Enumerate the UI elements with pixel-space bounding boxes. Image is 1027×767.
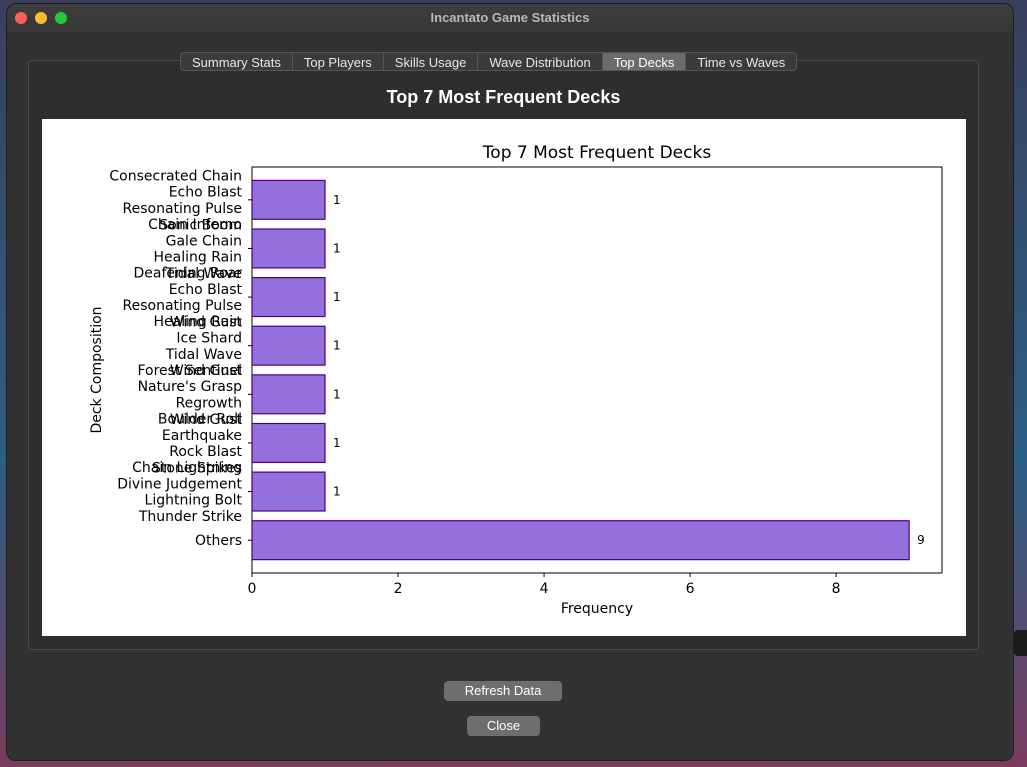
y-tick-label: Healing Rain [154, 250, 242, 266]
bar [251, 520, 910, 561]
y-tick-label: Thunder Strike [138, 509, 242, 525]
y-tick-label: Nature's Grasp [138, 379, 243, 395]
bar-value-label: 1 [333, 387, 341, 401]
tab-time-vs-waves[interactable]: Time vs Waves [685, 52, 798, 71]
bar [251, 228, 326, 269]
bar [251, 179, 326, 220]
chart-title: Top 7 Most Frequent Decks [482, 143, 712, 163]
deck-frequency-chart: Top 7 Most Frequent Decks 1 Consecrated Ch… [89, 143, 943, 617]
y-tick-label: Others [195, 533, 242, 549]
y-tick-label: Gale Chain [166, 233, 242, 249]
x-tick-label: 6 [686, 581, 695, 597]
y-axis-label: Deck Composition [89, 306, 105, 433]
y-tick-label: Healing Rain [154, 314, 242, 330]
y-tick-label: Ice Shard [176, 331, 242, 347]
window-title: Incantato Game Statistics [430, 10, 590, 25]
bar-value-label: 1 [333, 339, 341, 353]
tab-skills-usage[interactable]: Skills Usage [382, 52, 478, 71]
y-tick-label: Consecrated Chain [109, 168, 242, 184]
x-tick-label: 8 [832, 581, 841, 597]
x-tick-label: 4 [540, 581, 549, 597]
bar-value-label: 9 [917, 533, 925, 547]
y-tick-label: Earthquake [162, 428, 242, 444]
chart-canvas: Top 7 Most Frequent Decks 1 Consecrated Ch… [42, 119, 966, 636]
y-tick-label: Echo Blast [169, 185, 243, 201]
bar [251, 471, 326, 512]
y-tick-label: Resonating Pulse [123, 201, 242, 217]
refresh-data-button[interactable]: Refresh Data [444, 681, 562, 701]
title-bar: Incantato Game Statistics [7, 4, 1013, 32]
bar-value-label: 1 [333, 485, 341, 499]
x-tick-label: 2 [394, 581, 403, 597]
y-tick-label: Lightning Bolt [145, 493, 243, 509]
y-tick-label: Boulder Roll [158, 411, 242, 427]
page-title: Top 7 Most Frequent Decks [386, 87, 621, 107]
y-tick-label: Resonating Pulse [123, 298, 242, 314]
bar [251, 277, 326, 318]
background-window-edge [1014, 630, 1027, 656]
y-tick-label: Rock Blast [169, 444, 242, 460]
bar [251, 374, 326, 415]
tab-top-decks[interactable]: Top Decks [601, 52, 686, 71]
y-tick-label: Regrowth [176, 395, 242, 411]
tab-wave-distribution[interactable]: Wave Distribution [477, 52, 602, 71]
y-tick-label: Deafening Roar [134, 266, 243, 282]
y-tick-label: Chain Inferno [148, 217, 242, 233]
bar-value-label: 1 [333, 290, 341, 304]
bar-value-label: 1 [333, 193, 341, 207]
bar [251, 325, 326, 366]
y-tick-label: Chain Lightning [132, 460, 242, 476]
bar-value-label: 1 [333, 436, 341, 450]
plot-frame [251, 166, 943, 574]
x-tick-label: 0 [248, 581, 257, 597]
tab-summary-stats[interactable]: Summary Stats [180, 52, 292, 71]
bar [251, 422, 326, 463]
y-tick-label: Tidal Wave [165, 347, 242, 363]
tab-top-players[interactable]: Top Players [291, 52, 383, 71]
bar-value-label: 1 [333, 241, 341, 255]
x-axis-label: Frequency [561, 601, 633, 617]
tab-bar: Summary Stats Top Players Skills Usage W… [180, 52, 798, 72]
close-button[interactable]: Close [467, 716, 540, 736]
y-tick-label: Forest Sentinel [137, 363, 242, 379]
y-tick-label: Divine Judgement [117, 476, 242, 492]
y-tick-label: Echo Blast [169, 282, 243, 298]
